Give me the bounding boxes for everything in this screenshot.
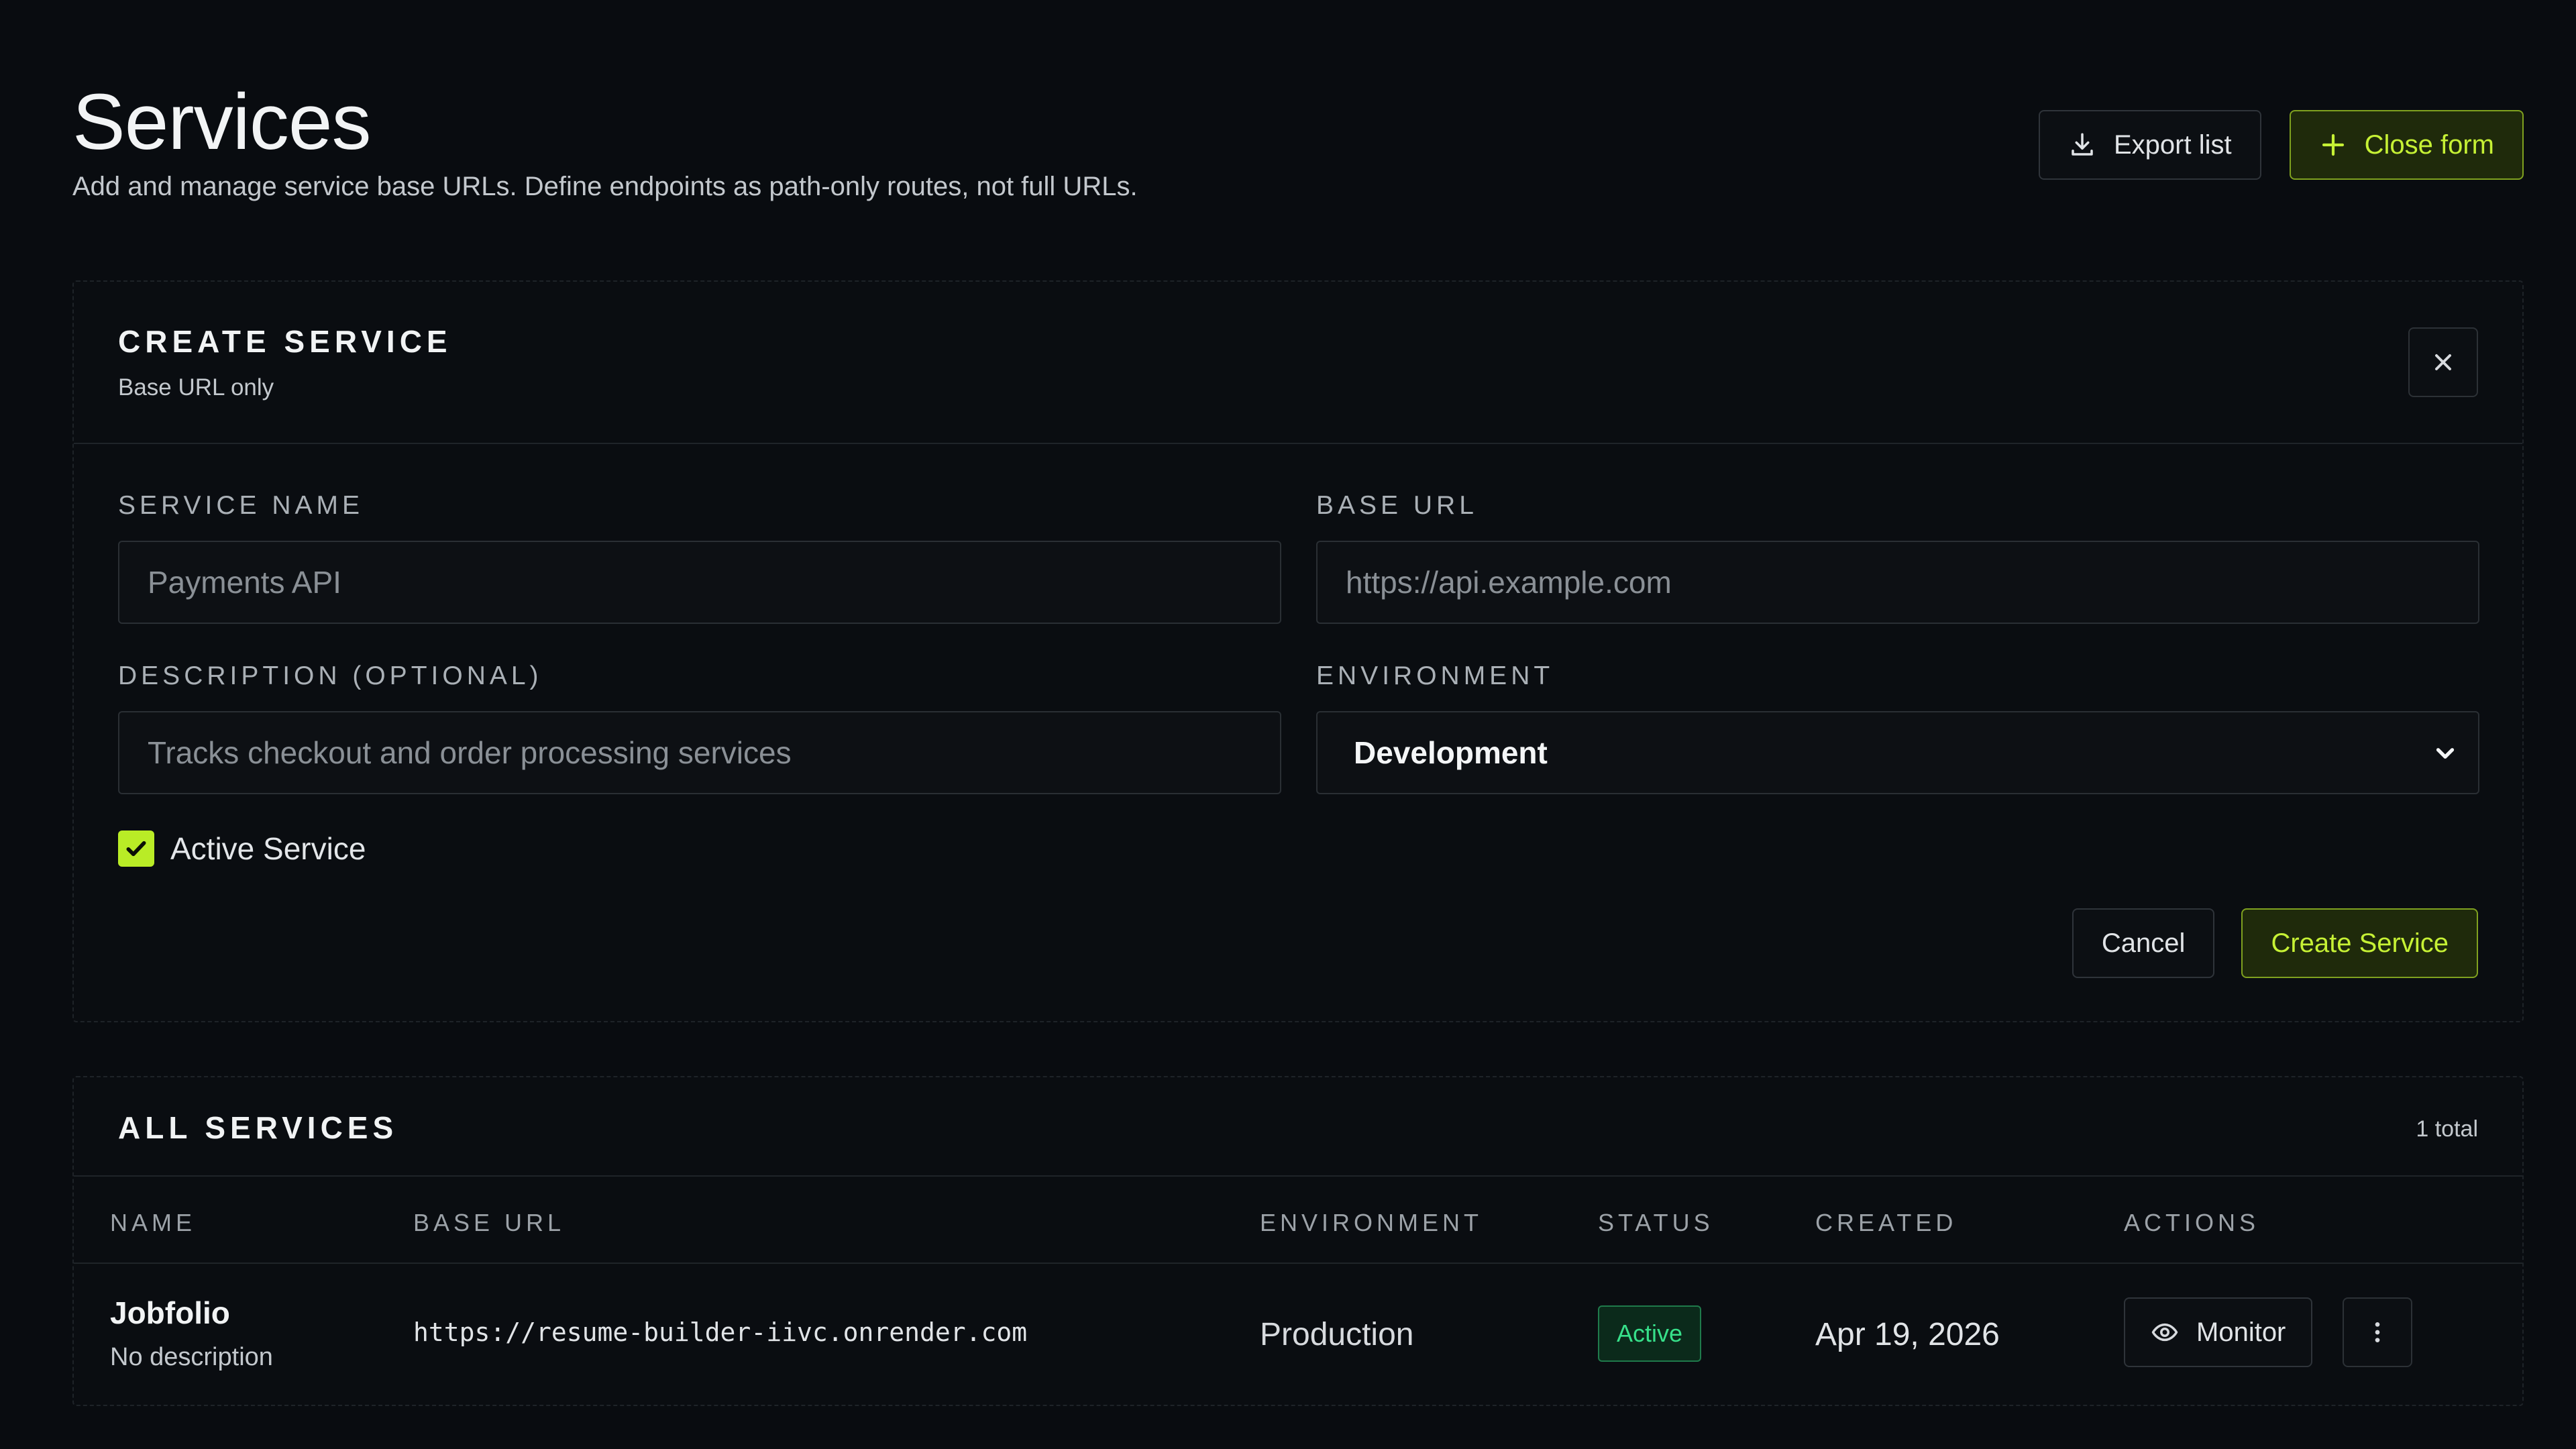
monitor-label: Monitor — [2196, 1317, 2286, 1347]
environment-selected-value: Development — [1354, 735, 1548, 770]
description-label: DESCRIPTION (OPTIONAL) — [118, 661, 543, 690]
all-services-header: ALL SERVICES 1 total — [74, 1077, 2522, 1177]
service-name-label: SERVICE NAME — [118, 491, 364, 520]
all-services-title: ALL SERVICES — [118, 1110, 398, 1145]
form-actions: Cancel Create Service — [2072, 908, 2478, 978]
base-url-input[interactable]: https://api.example.com — [1316, 541, 2479, 624]
environment-select[interactable]: Development — [1316, 711, 2479, 794]
export-list-button[interactable]: Export list — [2039, 110, 2261, 180]
check-icon — [126, 841, 146, 857]
download-icon — [2072, 133, 2093, 156]
active-service-checkbox[interactable] — [118, 830, 154, 867]
plus-icon — [2322, 133, 2344, 156]
service-description: No description — [110, 1343, 273, 1371]
page-header: Services Add and manage service base URL… — [72, 75, 2524, 223]
services-page: Services Add and manage service base URL… — [0, 0, 2576, 1449]
status-badge: Active — [1598, 1305, 1702, 1362]
column-header-base-url: BASE URL — [413, 1209, 566, 1236]
dismiss-form-button[interactable] — [2408, 327, 2478, 397]
header-actions: Export list Close form — [2039, 110, 2524, 180]
close-icon — [2435, 354, 2451, 370]
create-service-panel: CREATE SERVICE Base URL only SERVICE NAM… — [72, 280, 2524, 1022]
base-url-label: BASE URL — [1316, 491, 1478, 520]
column-header-actions: ACTIONS — [2124, 1209, 2260, 1236]
active-service-label: Active Service — [170, 831, 366, 866]
create-service-subtitle: Base URL only — [118, 374, 274, 400]
row-more-actions-button[interactable] — [2343, 1297, 2412, 1367]
close-form-label: Close form — [2364, 129, 2494, 160]
service-name-placeholder: Payments API — [148, 565, 341, 600]
monitor-button[interactable]: Monitor — [2124, 1297, 2313, 1367]
service-name[interactable]: Jobfolio — [110, 1295, 230, 1331]
all-services-panel: ALL SERVICES 1 total NAME BASE URL ENVIR… — [72, 1076, 2524, 1406]
description-input[interactable]: Tracks checkout and order processing ser… — [118, 711, 1281, 794]
create-service-button[interactable]: Create Service — [2241, 908, 2478, 978]
service-environment: Production — [1260, 1317, 1414, 1352]
service-created-date: Apr 19, 2026 — [1815, 1317, 2000, 1352]
base-url-placeholder: https://api.example.com — [1346, 565, 1672, 600]
table-header: NAME BASE URL ENVIRONMENT STATUS CREATED… — [74, 1177, 2522, 1264]
close-form-button[interactable]: Close form — [2289, 110, 2524, 180]
column-header-created: CREATED — [1815, 1209, 1957, 1236]
export-list-label: Export list — [2114, 129, 2232, 160]
service-name-input[interactable]: Payments API — [118, 541, 1281, 624]
kebab-menu-icon — [2375, 1322, 2380, 1342]
column-header-name: NAME — [110, 1209, 197, 1236]
services-count: 1 total — [2416, 1116, 2478, 1142]
service-base-url: https://resume-builder-iivc.onrender.com — [413, 1318, 1028, 1347]
column-header-status: STATUS — [1598, 1209, 1714, 1236]
column-header-environment: ENVIRONMENT — [1260, 1209, 1483, 1236]
description-placeholder: Tracks checkout and order processing ser… — [148, 735, 792, 770]
cancel-button[interactable]: Cancel — [2072, 908, 2215, 978]
environment-label: ENVIRONMENT — [1316, 661, 1554, 690]
active-service-toggle[interactable]: Active Service — [118, 830, 366, 867]
table-row: Jobfolio No description https://resume-b… — [74, 1264, 2522, 1405]
eye-icon — [2151, 1323, 2178, 1342]
chevron-down-icon — [2436, 748, 2455, 759]
create-service-header: CREATE SERVICE Base URL only — [74, 282, 2522, 444]
create-service-title: CREATE SERVICE — [118, 324, 452, 359]
